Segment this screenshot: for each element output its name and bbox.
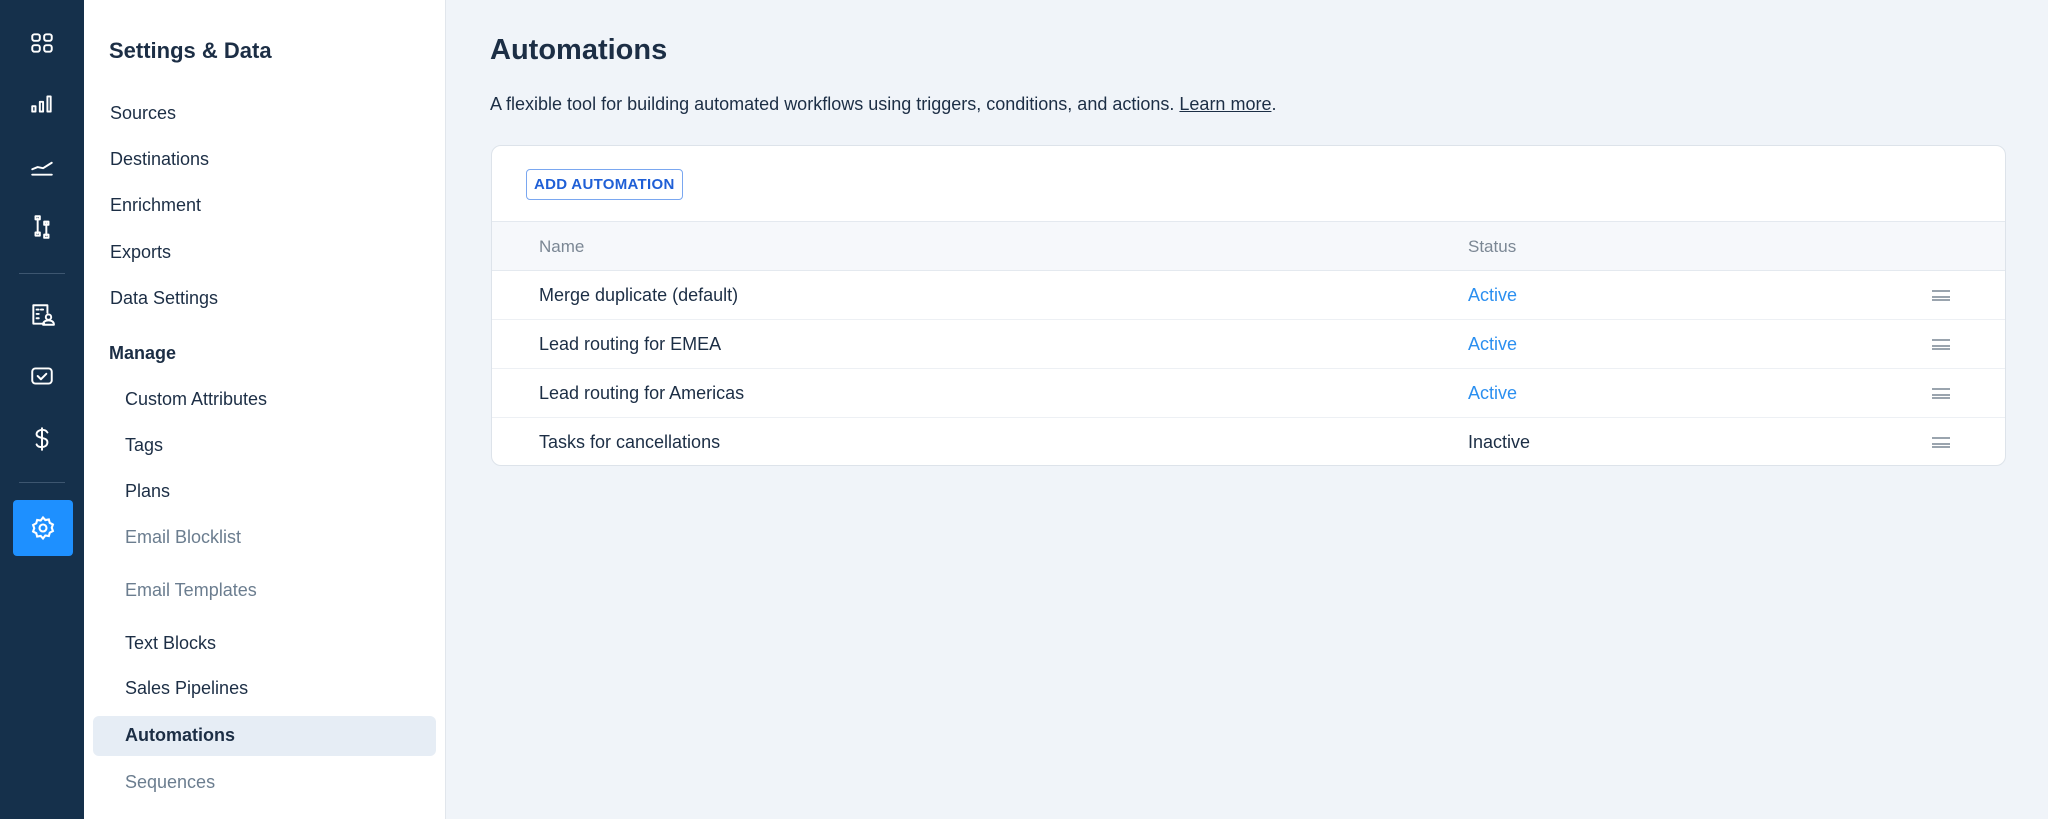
description-text: A flexible tool for building automated w… <box>490 94 1175 114</box>
settings-icon[interactable] <box>13 500 73 556</box>
sidebar-item-custom-attributes[interactable]: Custom Attributes <box>125 389 267 410</box>
automation-name[interactable]: Tasks for cancellations <box>539 432 720 453</box>
menu-icon[interactable] <box>1932 339 1950 350</box>
column-header-name[interactable]: Name <box>539 237 584 257</box>
contacts-icon[interactable] <box>22 295 62 335</box>
menu-icon[interactable] <box>1932 388 1950 399</box>
automation-name[interactable]: Merge duplicate (default) <box>539 285 738 306</box>
sidebar-item-exports[interactable]: Exports <box>110 242 171 263</box>
sidebar-item-text-blocks[interactable]: Text Blocks <box>125 633 216 654</box>
sidebar-item-email-templates[interactable]: Email Templates <box>125 580 257 601</box>
sidebar-item-sources[interactable]: Sources <box>110 103 176 124</box>
status-badge: Inactive <box>1468 432 1531 452</box>
table-row[interactable]: Lead routing for Americas Active <box>492 369 2005 418</box>
sidebar-item-sales-pipelines[interactable]: Sales Pipelines <box>125 678 248 699</box>
sidebar-title: Settings & Data <box>109 38 272 63</box>
sidebar-item-sequences[interactable]: Sequences <box>125 772 215 793</box>
table-row[interactable]: Lead routing for EMEA Active <box>492 320 2005 369</box>
status-badge: Active <box>1468 383 1518 403</box>
sidebar-item-email-blocklist[interactable]: Email Blocklist <box>125 527 241 548</box>
sidebar-item-plans[interactable]: Plans <box>125 481 170 502</box>
column-header-status[interactable]: Status <box>1468 237 1516 257</box>
learn-more-link[interactable]: Learn more <box>1179 94 1271 114</box>
automations-card: ADD AUTOMATION Name Status Merge duplica… <box>491 145 2006 466</box>
page-description: A flexible tool for building automated w… <box>490 94 1276 115</box>
sidebar-item-tags[interactable]: Tags <box>125 435 163 456</box>
sidebar-item-enrichment[interactable]: Enrichment <box>110 195 201 216</box>
period: . <box>1271 94 1277 114</box>
bar-chart-icon[interactable] <box>22 84 62 124</box>
automation-name[interactable]: Lead routing for Americas <box>539 383 744 404</box>
trend-icon[interactable] <box>22 146 62 186</box>
dashboard-icon[interactable] <box>22 23 62 63</box>
status-badge: Active <box>1468 285 1518 305</box>
settings-sidebar: Settings & Data Sources Destinations Enr… <box>84 0 446 819</box>
manage-heading: Manage <box>109 343 177 363</box>
icon-rail <box>0 0 84 819</box>
menu-icon[interactable] <box>1932 290 1950 301</box>
add-automation-button[interactable]: ADD AUTOMATION <box>526 169 683 200</box>
divider <box>19 273 65 274</box>
table-row[interactable]: Merge duplicate (default) Active <box>492 271 2005 320</box>
status-badge: Active <box>1468 334 1518 354</box>
pipeline-icon[interactable] <box>22 207 62 247</box>
tasks-icon[interactable] <box>22 356 62 396</box>
sidebar-item-automations[interactable]: Automations <box>125 725 235 746</box>
dollar-icon[interactable] <box>22 419 62 459</box>
menu-icon[interactable] <box>1932 437 1950 448</box>
table-row[interactable]: Tasks for cancellations Inactive <box>492 418 2005 465</box>
sidebar-item-destinations[interactable]: Destinations <box>110 149 209 170</box>
table-header: Name Status <box>492 221 2005 271</box>
sidebar-item-data-settings[interactable]: Data Settings <box>110 288 218 309</box>
divider <box>19 482 65 483</box>
page-title: Automations <box>490 34 668 66</box>
automation-name[interactable]: Lead routing for EMEA <box>539 334 721 355</box>
